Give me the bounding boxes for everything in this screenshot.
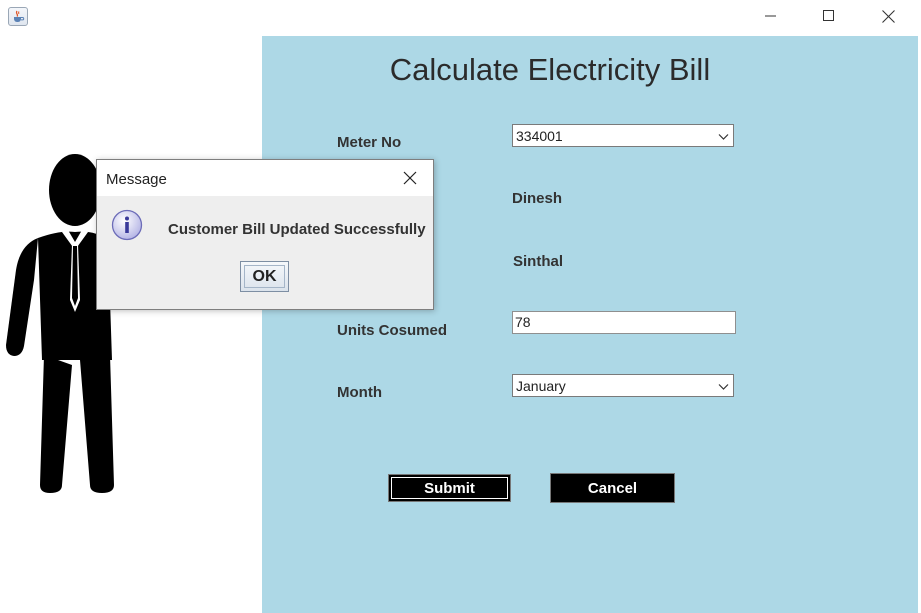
units-consumed-label: Units Cosumed xyxy=(337,322,448,339)
ok-button-label: OK xyxy=(252,267,277,285)
cancel-button-label: Cancel xyxy=(587,479,638,497)
chevron-down-icon xyxy=(718,129,729,145)
window-titlebar xyxy=(0,0,921,36)
dialog-close-icon[interactable] xyxy=(399,169,421,187)
month-label: Month xyxy=(337,384,382,401)
dialog-titlebar: Message xyxy=(97,160,433,196)
info-icon xyxy=(111,209,143,241)
units-consumed-input[interactable]: 78 xyxy=(512,311,736,334)
minimize-icon[interactable] xyxy=(748,0,794,32)
month-select[interactable]: January xyxy=(512,374,734,397)
month-value: January xyxy=(516,378,566,394)
dialog-message: Customer Bill Updated Successfully xyxy=(168,221,426,238)
chevron-down-icon xyxy=(718,379,729,395)
bill-form-panel: Calculate Electricity Bill Meter No 3340… xyxy=(262,36,918,613)
meter-no-value: 334001 xyxy=(516,128,563,144)
submit-button[interactable]: Submit xyxy=(388,474,511,502)
meter-no-select[interactable]: 334001 xyxy=(512,124,734,147)
submit-button-label: Submit xyxy=(424,479,475,497)
customer-name-value: Dinesh xyxy=(512,190,563,207)
customer-address-value: Sinthal xyxy=(513,253,564,270)
ok-button[interactable]: OK xyxy=(240,261,289,292)
close-icon[interactable] xyxy=(865,0,911,32)
dialog-title: Message xyxy=(106,171,167,188)
java-cup-icon[interactable] xyxy=(8,7,28,26)
meter-no-label: Meter No xyxy=(337,134,402,151)
cancel-button[interactable]: Cancel xyxy=(550,473,675,503)
message-dialog: Message Customer Bill Updated Successful… xyxy=(96,159,434,310)
maximize-icon[interactable] xyxy=(806,0,852,32)
page-title: Calculate Electricity Bill xyxy=(389,52,711,87)
